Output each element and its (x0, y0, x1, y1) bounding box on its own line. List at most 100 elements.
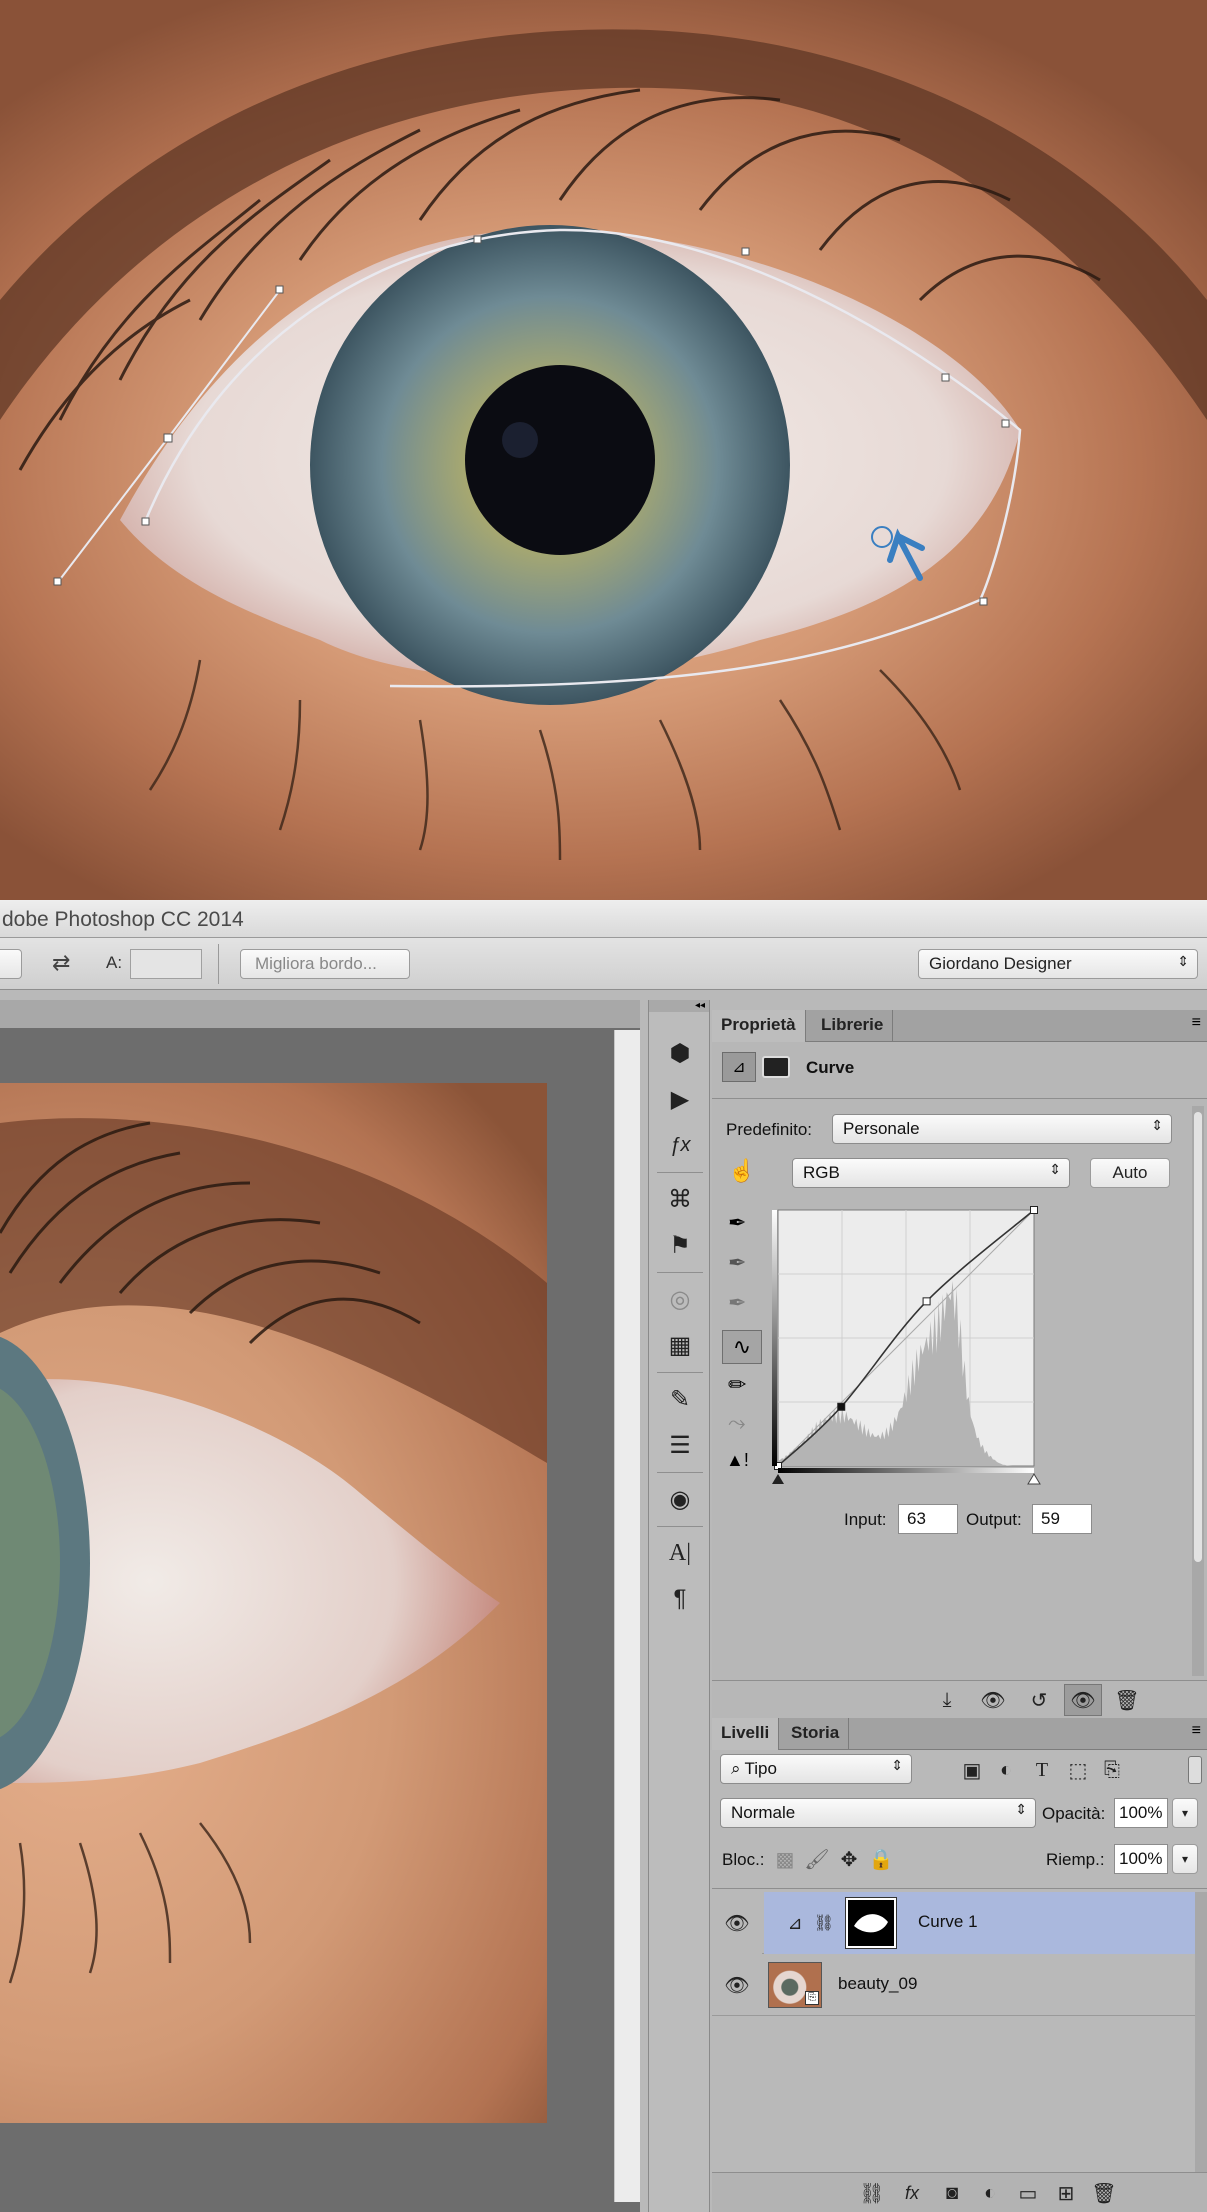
curve-point[interactable] (837, 1402, 846, 1411)
filter-type-icon[interactable]: T (1028, 1756, 1056, 1784)
play-icon[interactable]: ▶ (663, 1082, 697, 1116)
link-chain-icon[interactable]: ⛓ (814, 1910, 834, 1936)
new-layer-icon[interactable]: ⊞ (1052, 2179, 1080, 2207)
trash-icon[interactable]: 🗑 (1090, 2179, 1118, 2207)
input-field[interactable]: 63 (898, 1504, 958, 1534)
trash-icon[interactable]: 🗑 (1112, 1686, 1142, 1714)
brushes-icon[interactable]: ✎ (663, 1382, 697, 1416)
preset-select[interactable]: Personale ⇕ (832, 1114, 1172, 1144)
workspace-label: Giordano Designer (929, 954, 1072, 973)
output-field[interactable]: 59 (1032, 1504, 1092, 1534)
document-image[interactable] (0, 1083, 547, 2123)
mask-shape (854, 1914, 888, 1933)
mask-icon[interactable] (762, 1056, 790, 1078)
search-icon: ⌕ (731, 1759, 741, 1778)
refine-edge-button[interactable]: Migliora bordo... (240, 949, 410, 979)
curve-point[interactable] (1030, 1206, 1038, 1214)
clip-to-layer-icon[interactable]: ⤓ (932, 1686, 962, 1714)
panel-menu-icon[interactable]: ≡ (1192, 1722, 1201, 1740)
filter-adjustment-icon[interactable]: ◐ (992, 1756, 1020, 1784)
eye-visibility-icon[interactable]: 👁 (722, 1970, 752, 2000)
tab-layers[interactable]: Livelli (712, 1718, 780, 1750)
black-eyedropper-icon[interactable]: ✒ (728, 1210, 746, 1236)
chevron-down-icon[interactable]: ▾ (1172, 1844, 1198, 1874)
fx-style-icon[interactable]: ƒx (663, 1128, 697, 1162)
layer-thumbnail[interactable]: ⎘ (768, 1962, 822, 2008)
3d-cube-icon[interactable]: ⬢ (663, 1036, 697, 1070)
lock-label: Bloc.: (722, 1850, 765, 1869)
lock-pixels-brush-icon[interactable]: 🖌 (804, 1846, 830, 1872)
chevron-down-icon[interactable]: ▾ (1172, 1798, 1198, 1828)
layer-name[interactable]: Curve 1 (918, 1912, 978, 1932)
updown-arrows-icon: ⇕ (1151, 1117, 1163, 1133)
black-point-slider[interactable] (772, 1474, 784, 1484)
eye-closeup-illustration (0, 1118, 547, 1984)
new-group-icon[interactable]: ▭ (1014, 2179, 1042, 2207)
clone-stamp-icon[interactable]: ⚑ (663, 1228, 697, 1262)
eye-photo-zoom (0, 0, 1207, 900)
updown-arrows-icon: ⇕ (891, 1757, 903, 1773)
auto-button[interactable]: Auto (1090, 1158, 1170, 1188)
layer-row[interactable]: 👁 ⎘ beauty_09 (712, 1954, 1195, 2016)
tab-history[interactable]: Storia (782, 1718, 850, 1750)
smooth-icon[interactable]: ⤳ (728, 1410, 746, 1436)
clipping-warning-icon[interactable]: ▲! (726, 1450, 749, 1471)
white-eyedropper-icon[interactable]: ✒ (728, 1290, 746, 1316)
smart-object-badge-icon: ⎘ (805, 1991, 819, 2005)
fx-icon[interactable]: fx (898, 2179, 926, 2207)
tab-libraries[interactable]: Librerie (812, 1010, 894, 1042)
channels-icon[interactable]: ◉ (663, 1482, 697, 1516)
lock-position-icon[interactable]: ✥ (836, 1846, 862, 1872)
window-titlebar: dobe Photoshop CC 2014 (0, 900, 1207, 938)
tab-properties[interactable]: Proprietà (712, 1010, 806, 1042)
blend-mode-select[interactable]: Normale ⇕ (720, 1798, 1036, 1828)
add-mask-icon[interactable]: ◙ (938, 2179, 966, 2207)
white-point-slider[interactable] (1027, 1473, 1041, 1485)
canvas-scrollbar[interactable] (614, 1030, 640, 2202)
gray-eyedropper-icon[interactable]: ✒ (728, 1250, 746, 1276)
pencil-icon[interactable]: ✏ (728, 1372, 746, 1398)
filter-toggle[interactable] (1188, 1756, 1202, 1784)
curve-point[interactable] (922, 1297, 931, 1306)
fill-field[interactable]: 100% (1114, 1844, 1168, 1874)
swap-arrows-icon[interactable]: ⇄ (52, 950, 70, 976)
lock-transparency-icon[interactable]: ▩ (772, 1846, 798, 1872)
paragraph-icon[interactable]: ¶ (663, 1582, 697, 1616)
panel-dock-strip: ◂◂ ⬢ ▶ ƒx ⌘ ⚑ ◎ ▦ ✎ ☰ ◉ A| ¶ (648, 1000, 710, 2212)
visibility-icon[interactable]: 👁 (1064, 1684, 1102, 1716)
curves-adjustment-icon[interactable]: ⊿ (722, 1052, 756, 1082)
curves-graph[interactable] (772, 1206, 1072, 1596)
layer-row[interactable]: 👁 ⊿ ⛓ Curve 1 (712, 1892, 1195, 1954)
filter-pixel-icon[interactable]: ▣ (958, 1756, 986, 1784)
paths-icon[interactable]: ⌘ (663, 1182, 697, 1216)
layer-filter-select[interactable]: ⌕ Tipo ⇕ (720, 1754, 912, 1784)
adjustment-layer-icon[interactable]: ◐ (976, 2179, 1004, 2207)
reset-icon[interactable]: ↺ (1024, 1686, 1054, 1714)
sliders-icon[interactable]: ☰ (663, 1428, 697, 1462)
input-gradient (778, 1468, 1034, 1473)
options-field-left[interactable] (0, 949, 22, 979)
character-icon[interactable]: A| (663, 1536, 697, 1570)
workspace-select[interactable]: Giordano Designer ⇕ (918, 949, 1198, 979)
lock-all-icon[interactable]: 🔒 (868, 1846, 894, 1872)
eye-visibility-icon[interactable]: 👁 (722, 1908, 752, 1938)
grid-swatches-icon[interactable]: ▦ (663, 1328, 697, 1362)
canvas-top-strip (0, 1000, 640, 1028)
curve-point-tool-icon[interactable]: ∿ (722, 1330, 762, 1364)
layers-scrollbar[interactable] (1195, 1892, 1207, 2172)
opacity-field[interactable]: 100% (1114, 1798, 1168, 1828)
on-image-adjust-hand-icon[interactable]: ☝ (728, 1158, 755, 1184)
a-input[interactable] (130, 949, 202, 979)
properties-scrollbar[interactable] (1192, 1106, 1204, 1676)
link-layers-icon[interactable]: ⛓ (858, 2179, 886, 2207)
target-icon[interactable]: ◎ (663, 1282, 697, 1316)
panel-menu-icon[interactable]: ≡ (1192, 1014, 1201, 1032)
filter-smart-object-icon[interactable]: ⎘ (1098, 1756, 1126, 1784)
layer-name[interactable]: beauty_09 (838, 1974, 917, 1994)
channel-select[interactable]: RGB ⇕ (792, 1158, 1070, 1188)
blend-mode-value: Normale (731, 1803, 796, 1822)
filter-shape-icon[interactable]: ⬚ (1064, 1756, 1092, 1784)
layer-mask-thumbnail[interactable] (845, 1897, 897, 1949)
collapse-arrows-icon[interactable]: ◂◂ (649, 1000, 709, 1012)
view-previous-icon[interactable]: 👁 (978, 1686, 1008, 1714)
